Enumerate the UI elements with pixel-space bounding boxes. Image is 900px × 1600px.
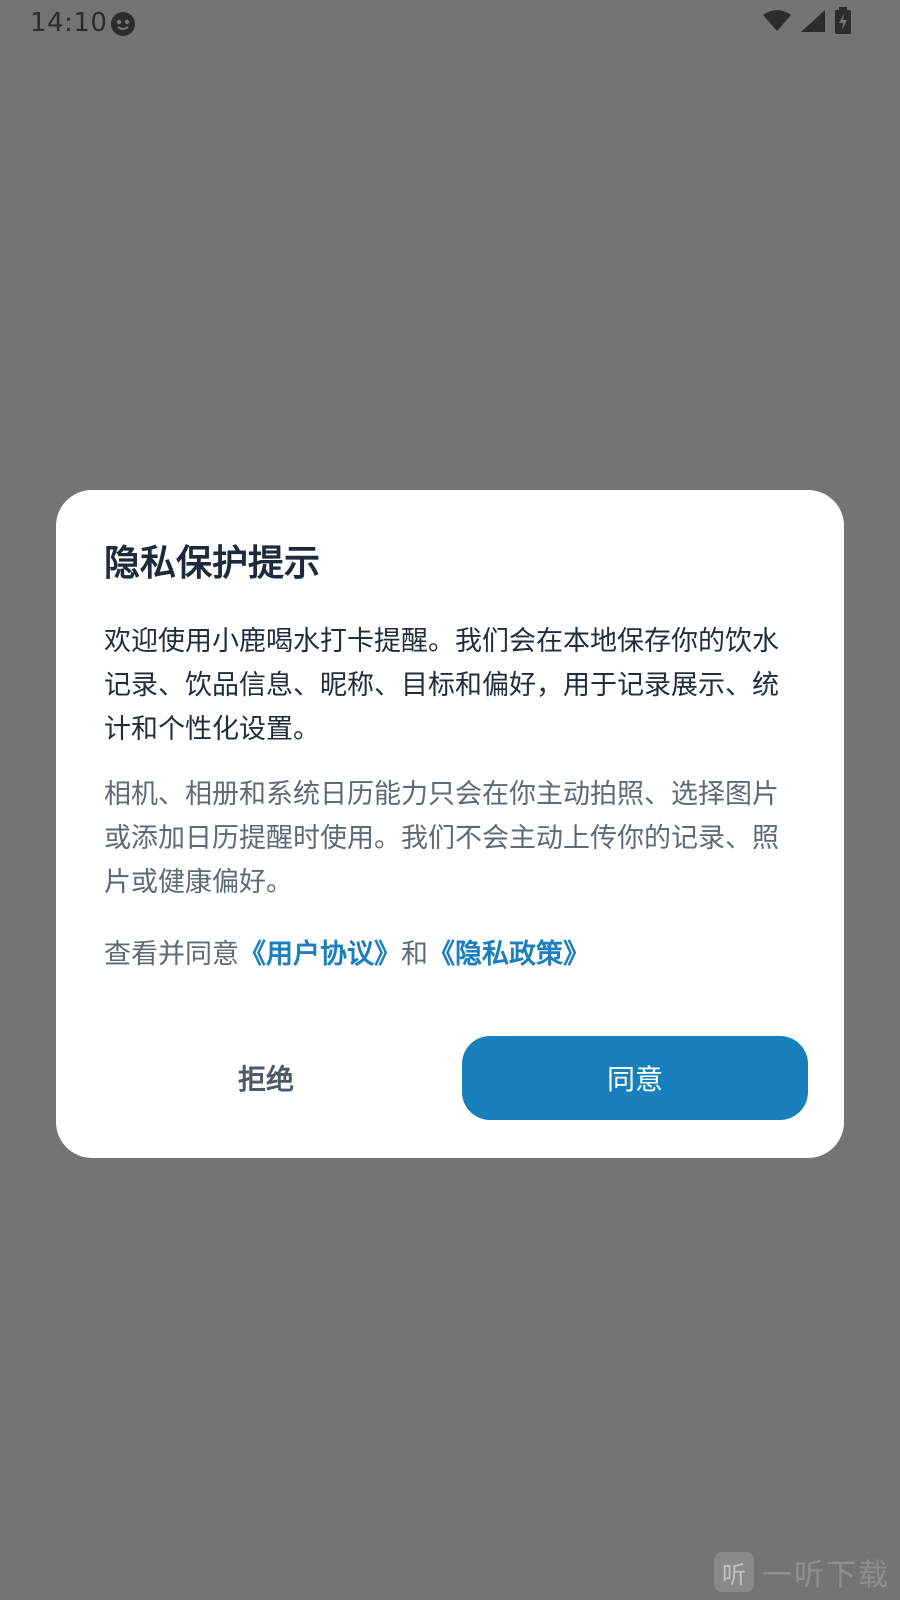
watermark: 听 一听下载: [714, 1550, 890, 1594]
status-time: 14:10: [30, 8, 108, 38]
privacy-dialog: 隐私保护提示 欢迎使用小鹿喝水打卡提醒。我们会在本地保存你的饮水记录、饮品信息、…: [56, 490, 844, 1158]
screen: 14:10 隐私保护提示 欢迎使用小鹿喝水打卡提醒。我们会在本地保存你的饮水记录…: [0, 0, 900, 1600]
watermark-logo: 听: [714, 1552, 754, 1592]
dialog-title: 隐私保护提示: [104, 543, 321, 584]
user-agreement-link[interactable]: 《用户协议》: [239, 939, 401, 970]
privacy-policy-link[interactable]: 《隐私政策》: [428, 939, 590, 970]
privacy-intro-text: 欢迎使用小鹿喝水打卡提醒。我们会在本地保存你的饮水记录、饮品信息、昵称、目标和偏…: [104, 626, 779, 745]
watermark-text: 一听下载: [762, 1558, 890, 1593]
cellular-signal-icon: [800, 9, 826, 37]
status-icons: [762, 7, 852, 39]
consent-and: 和: [401, 939, 428, 970]
consent-prefix: 查看并同意: [104, 939, 239, 970]
agree-button[interactable]: 同意: [462, 1036, 808, 1120]
reject-button-label: 拒绝: [237, 1063, 294, 1096]
reject-button[interactable]: 拒绝: [116, 1036, 416, 1120]
agree-button-label: 同意: [606, 1063, 663, 1096]
app-notification-icon: [110, 11, 136, 37]
consent-row: 查看并同意《用户协议》和《隐私政策》: [104, 933, 590, 977]
status-bar: 14:10: [0, 0, 900, 46]
permissions-text: 相机、相册和系统日历能力只会在你主动拍照、选择图片或添加日历提醒时使用。我们不会…: [104, 779, 779, 898]
battery-charging-icon: [834, 7, 852, 39]
wifi-icon: [762, 9, 792, 37]
